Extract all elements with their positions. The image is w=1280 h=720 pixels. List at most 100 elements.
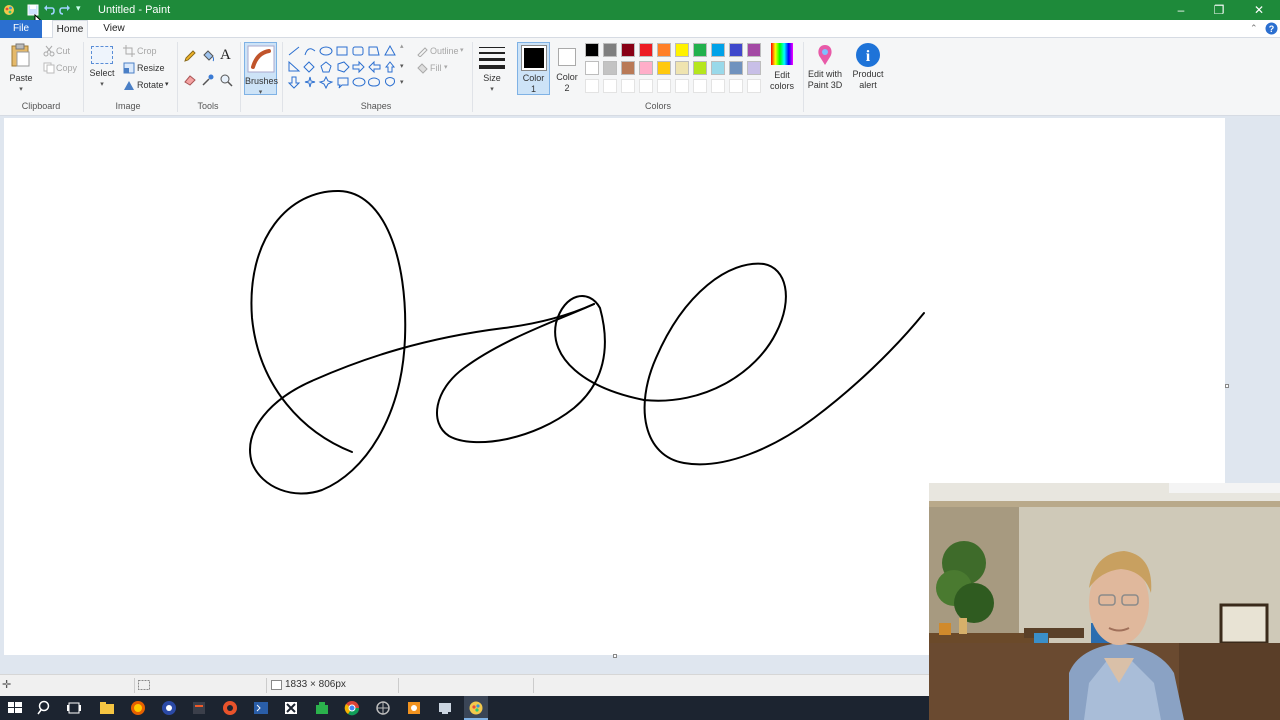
canvas-resize-handle-bottom[interactable] [613, 654, 617, 658]
divider [398, 678, 399, 693]
canvas-resize-handle-right[interactable] [1225, 384, 1229, 388]
app-icon[interactable] [313, 699, 331, 717]
windows-start-icon[interactable] [6, 699, 24, 717]
select-icon [91, 46, 113, 64]
palette-swatch[interactable] [711, 43, 725, 57]
edit-with-paint3d-button[interactable]: Edit with Paint 3D [805, 42, 845, 98]
fill-icon[interactable] [416, 62, 428, 74]
brushes-button[interactable]: Brushes ▾ [244, 42, 278, 96]
app-icon[interactable] [221, 699, 239, 717]
resize-label[interactable]: Resize [137, 63, 165, 73]
color1-button[interactable]: Color 1 [517, 42, 550, 95]
firefox-icon[interactable] [129, 699, 147, 717]
palette-swatch[interactable] [621, 43, 635, 57]
copy-label[interactable]: Copy [56, 63, 77, 73]
crop-label[interactable]: Crop [137, 46, 157, 56]
powershell-icon[interactable] [252, 699, 270, 717]
app-icon[interactable] [405, 699, 423, 717]
collapse-ribbon-icon[interactable]: ⌃ [1250, 23, 1258, 34]
custom-color-swatch[interactable] [711, 79, 725, 93]
palette-swatch[interactable] [603, 61, 617, 75]
resize-icon[interactable] [123, 62, 135, 74]
palette-swatch[interactable] [657, 43, 671, 57]
palette-swatch[interactable] [675, 43, 689, 57]
palette-swatch[interactable] [693, 43, 707, 57]
app-icon[interactable] [436, 699, 454, 717]
outline-icon[interactable] [416, 45, 428, 57]
palette-swatch[interactable] [585, 61, 599, 75]
custom-color-swatch[interactable] [639, 79, 653, 93]
color-picker-icon[interactable] [201, 73, 215, 87]
palette-swatch[interactable] [585, 43, 599, 57]
palette-swatch[interactable] [639, 61, 653, 75]
eraser-icon[interactable] [183, 73, 197, 87]
help-icon[interactable]: ? [1265, 22, 1278, 35]
paint-taskbar-icon [469, 701, 483, 715]
cut-icon[interactable] [43, 45, 55, 57]
palette-swatch[interactable] [603, 43, 617, 57]
palette-swatch[interactable] [711, 61, 725, 75]
rotate-label[interactable]: Rotate [137, 80, 164, 90]
palette-swatch[interactable] [675, 61, 689, 75]
paint-app-icon[interactable] [2, 3, 16, 17]
outline-label[interactable]: Outline [430, 46, 459, 56]
close-button[interactable]: ✕ [1240, 0, 1278, 20]
task-view-icon[interactable] [65, 699, 83, 717]
custom-color-swatch[interactable] [729, 79, 743, 93]
outline-dropdown-icon[interactable]: ▾ [460, 46, 464, 54]
select-button[interactable]: Select ▾ [88, 46, 116, 94]
palette-swatch[interactable] [729, 61, 743, 75]
rotate-dropdown-icon[interactable]: ▾ [165, 80, 169, 88]
copy-icon[interactable] [43, 62, 55, 74]
palette-swatch[interactable] [729, 43, 743, 57]
divider [533, 678, 534, 693]
redo-icon[interactable] [58, 3, 72, 17]
tab-view[interactable]: View [98, 20, 130, 38]
palette-swatch[interactable] [747, 43, 761, 57]
tab-file[interactable]: File [0, 20, 42, 38]
customize-quick-access-icon[interactable]: ▾ [76, 3, 90, 17]
fill-dropdown-icon[interactable]: ▾ [444, 63, 448, 71]
divider [240, 42, 241, 112]
shapes-scroll-up-icon[interactable]: ▴ [400, 42, 404, 50]
edit-colors-button[interactable]: Edit colors [766, 42, 798, 98]
cut-label[interactable]: Cut [56, 46, 70, 56]
fill-bucket-icon[interactable] [201, 49, 215, 63]
magnifier-icon[interactable] [219, 73, 233, 87]
palette-swatch[interactable] [693, 61, 707, 75]
search-icon[interactable] [36, 699, 54, 717]
palette-swatch[interactable] [657, 61, 671, 75]
tab-home[interactable]: Home [52, 20, 88, 38]
crop-icon[interactable] [123, 45, 135, 57]
custom-color-swatch[interactable] [693, 79, 707, 93]
fill-label[interactable]: Fill [430, 63, 442, 73]
custom-color-swatch[interactable] [657, 79, 671, 93]
palette-swatch[interactable] [747, 61, 761, 75]
custom-color-swatch[interactable] [585, 79, 599, 93]
palette-swatch[interactable] [621, 61, 635, 75]
shapes-scroll-down-icon[interactable]: ▾ [400, 62, 404, 70]
pencil-icon[interactable] [183, 49, 197, 63]
palette-swatch[interactable] [639, 43, 653, 57]
shapes-gallery[interactable] [287, 44, 405, 92]
custom-color-swatch[interactable] [621, 79, 635, 93]
file-explorer-icon[interactable] [98, 699, 116, 717]
app-icon[interactable] [160, 699, 178, 717]
app-icon[interactable] [282, 699, 300, 717]
color2-button[interactable]: Color 2 [551, 42, 583, 95]
app-icon[interactable] [190, 699, 208, 717]
size-button[interactable]: Size ▾ [477, 44, 507, 94]
restore-button[interactable]: ❐ [1200, 0, 1238, 20]
taskbar-paint-active[interactable] [464, 696, 488, 720]
text-tool-icon[interactable]: A [220, 47, 231, 64]
shapes-expand-icon[interactable]: ▾ [400, 78, 404, 86]
product-alert-button[interactable]: i Product alert [848, 42, 888, 98]
custom-color-swatch[interactable] [747, 79, 761, 93]
app-icon[interactable] [374, 699, 392, 717]
custom-color-swatch[interactable] [603, 79, 617, 93]
chrome-icon[interactable] [343, 699, 361, 717]
paste-button[interactable]: Paste ▾ [6, 42, 36, 94]
custom-color-swatch[interactable] [675, 79, 689, 93]
minimize-button[interactable]: – [1162, 0, 1200, 20]
rotate-icon[interactable] [123, 79, 135, 91]
